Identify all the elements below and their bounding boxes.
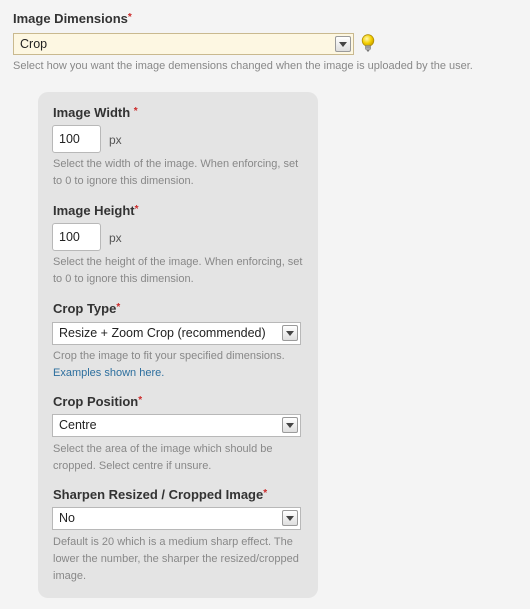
image-width-label: Image Width *: [53, 105, 138, 120]
crop-type-label: Crop Type*: [53, 301, 120, 316]
required-marker: *: [127, 12, 132, 23]
image-height-input[interactable]: 100: [52, 223, 101, 251]
required-marker: *: [133, 106, 138, 117]
chevron-down-icon[interactable]: [282, 510, 298, 526]
image-dimensions-select-value: Crop: [20, 37, 48, 51]
required-marker: *: [263, 488, 268, 499]
chevron-down-icon[interactable]: [335, 36, 351, 52]
crop-type-label-text: Crop Type: [53, 301, 117, 316]
examples-link[interactable]: Examples shown here.: [53, 367, 164, 379]
crop-position-label-text: Crop Position: [53, 394, 139, 409]
crop-position-help: Select the area of the image which shoul…: [53, 443, 273, 472]
image-dimensions-label: Image Dimensions*: [13, 11, 132, 26]
crop-type-select-value: Resize + Zoom Crop (recommended): [59, 326, 266, 340]
crop-type-help: Crop the image to fit your specified dim…: [53, 348, 308, 382]
image-width-label-text: Image Width: [53, 105, 131, 120]
crop-position-select[interactable]: Centre: [52, 414, 301, 437]
image-width-unit: px: [109, 133, 122, 147]
lightbulb-icon[interactable]: [360, 34, 376, 52]
image-dimensions-select[interactable]: Crop: [13, 33, 354, 55]
image-height-unit: px: [109, 231, 122, 245]
sharpen-label-text: Sharpen Resized / Cropped Image: [53, 487, 264, 502]
sharpen-select[interactable]: No: [52, 507, 301, 530]
image-width-help: Select the width of the image. When enfo…: [53, 158, 299, 187]
required-marker: *: [116, 302, 121, 313]
required-marker: *: [134, 204, 139, 215]
crop-position-label: Crop Position*: [53, 394, 142, 409]
sharpen-select-value: No: [59, 511, 75, 525]
sharpen-label: Sharpen Resized / Cropped Image*: [53, 487, 267, 502]
sharpen-help: Default is 20 which is a medium sharp ef…: [53, 536, 299, 582]
image-height-label: Image Height*: [53, 203, 139, 218]
image-dimensions-help: Select how you want the image demensions…: [13, 60, 473, 72]
image-height-help: Select the height of the image. When enf…: [53, 256, 303, 285]
image-width-input[interactable]: 100: [52, 125, 101, 153]
required-marker: *: [138, 395, 143, 406]
chevron-down-icon[interactable]: [282, 325, 298, 341]
crop-type-select[interactable]: Resize + Zoom Crop (recommended): [52, 322, 301, 345]
image-height-label-text: Image Height: [53, 203, 135, 218]
crop-position-select-value: Centre: [59, 418, 97, 432]
image-dimensions-label-text: Image Dimensions: [13, 11, 128, 26]
chevron-down-icon[interactable]: [282, 417, 298, 433]
dimension-settings-panel: Image Width * 100 px Select the width of…: [38, 92, 318, 598]
crop-type-help-text: Crop the image to fit your specified dim…: [53, 350, 285, 362]
